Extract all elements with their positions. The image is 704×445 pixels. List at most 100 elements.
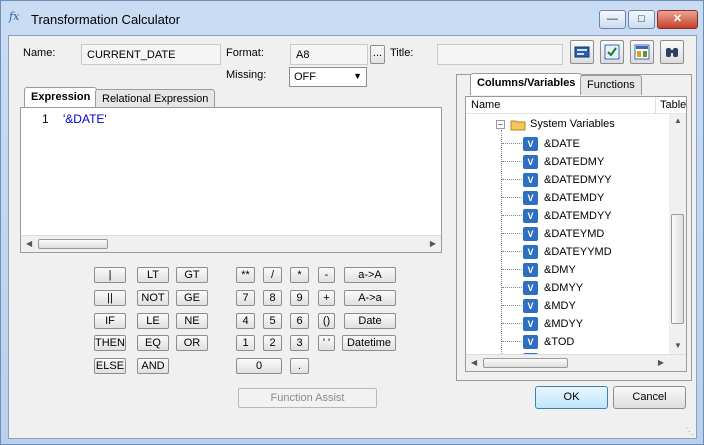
scroll-thumb[interactable] — [38, 239, 108, 249]
collapse-icon[interactable]: – — [496, 120, 505, 129]
cancel-button[interactable]: Cancel — [613, 386, 686, 409]
key-0[interactable]: 0 — [236, 358, 282, 374]
tree-hscroll-thumb[interactable] — [483, 358, 568, 368]
tree-item-label: &DATE — [544, 138, 580, 150]
tree-scroll-thumb[interactable] — [671, 214, 684, 324]
tree-horizontal-scrollbar[interactable]: ◀ ▶ — [466, 354, 686, 371]
format-field[interactable]: A8 — [290, 44, 368, 65]
key-and[interactable]: AND — [137, 358, 169, 374]
key-quotes[interactable]: ' ' — [318, 335, 335, 351]
close-button[interactable]: ✕ — [657, 10, 698, 29]
key-eq[interactable]: EQ — [137, 335, 169, 351]
key-power[interactable]: ** — [236, 267, 255, 283]
key-8[interactable]: 8 — [263, 290, 282, 306]
columns-button[interactable] — [630, 40, 654, 64]
variable-icon: V — [523, 227, 538, 241]
key-bar[interactable]: | — [94, 267, 126, 283]
format-label: Format: — [226, 47, 264, 59]
key-decimal[interactable]: . — [290, 358, 309, 374]
key-divide[interactable]: / — [263, 267, 282, 283]
transformation-calculator-window: fx Transformation Calculator — □ ✕ Name:… — [0, 0, 704, 445]
tree-item-label: &TOD — [544, 336, 575, 348]
key-or[interactable]: OR — [176, 335, 208, 351]
tree-folder-system-variables[interactable]: System Variables — [530, 118, 615, 130]
tree-item-label: &MDYY — [544, 318, 584, 330]
maximize-button[interactable]: □ — [628, 10, 655, 29]
minimize-button[interactable]: — — [599, 10, 626, 29]
variable-icon: V — [523, 299, 538, 313]
columns-icon — [634, 44, 650, 60]
scroll-left-icon[interactable]: ◀ — [471, 358, 477, 367]
format-browse-button[interactable]: ... — [370, 45, 385, 64]
missing-select[interactable]: OFF ▼ — [289, 67, 367, 87]
tab-relational-expression[interactable]: Relational Expression — [95, 89, 216, 109]
key-else[interactable]: ELSE — [94, 358, 126, 374]
tab-expression[interactable]: Expression — [24, 87, 98, 109]
function-assist-button[interactable]: Function Assist — [238, 388, 377, 408]
key-gt[interactable]: GT — [176, 267, 208, 283]
name-field[interactable]: CURRENT_DATE — [81, 44, 221, 65]
ok-button[interactable]: OK — [535, 386, 608, 409]
minimize-icon: — — [607, 13, 618, 25]
key-upper-to-lower[interactable]: A->a — [344, 290, 396, 306]
key-then[interactable]: THEN — [94, 335, 126, 351]
key-lt[interactable]: LT — [137, 267, 169, 283]
variable-icon: V — [523, 245, 538, 259]
folder-icon — [510, 119, 526, 131]
key-7[interactable]: 7 — [236, 290, 255, 306]
key-concat[interactable]: || — [94, 290, 126, 306]
key-le[interactable]: LE — [137, 313, 169, 329]
columns-variables-tree[interactable]: Name Table – System Variables V &DATE V &DA… — [465, 96, 687, 372]
key-date[interactable]: Date — [344, 313, 396, 329]
scroll-right-icon[interactable]: ▶ — [658, 358, 664, 367]
tab-functions[interactable]: Functions — [580, 75, 642, 95]
key-lower-to-upper[interactable]: a->A — [344, 267, 396, 283]
tree-connector — [502, 341, 522, 342]
variable-icon: V — [523, 281, 538, 295]
key-9[interactable]: 9 — [290, 290, 309, 306]
title-bar[interactable]: fx Transformation Calculator — □ ✕ — [1, 1, 703, 37]
key-5[interactable]: 5 — [263, 313, 282, 329]
key-4[interactable]: 4 — [236, 313, 255, 329]
variable-icon: V — [523, 155, 538, 169]
key-parentheses[interactable]: () — [318, 313, 335, 329]
key-if[interactable]: IF — [94, 313, 126, 329]
scroll-left-icon[interactable]: ◀ — [26, 239, 32, 248]
editor-horizontal-scrollbar[interactable]: ◀ ▶ — [21, 235, 441, 252]
tree-connector — [502, 179, 522, 180]
key-plus[interactable]: + — [318, 290, 335, 306]
key-minus[interactable]: - — [318, 267, 335, 283]
dialog-client-area: Name: CURRENT_DATE Format: A8 ... Title:… — [8, 35, 697, 439]
validate-button[interactable] — [600, 40, 624, 64]
key-3[interactable]: 3 — [290, 335, 309, 351]
tree-vertical-scrollbar[interactable]: ▲ ▼ — [669, 114, 686, 354]
sql-button[interactable] — [570, 40, 594, 64]
scroll-up-icon[interactable]: ▲ — [674, 116, 682, 125]
expression-code: '&DATE' — [63, 112, 107, 126]
resize-grip-icon[interactable]: ⋱ — [685, 426, 694, 437]
tree-item-label: &DATEMDYY — [544, 210, 612, 222]
variable-icon: V — [523, 173, 538, 187]
key-6[interactable]: 6 — [290, 313, 309, 329]
header-table[interactable]: Table — [660, 99, 686, 111]
key-2[interactable]: 2 — [263, 335, 282, 351]
window-title: Transformation Calculator — [31, 12, 181, 27]
key-ge[interactable]: GE — [176, 290, 208, 306]
variable-icon: V — [523, 191, 538, 205]
header-name[interactable]: Name — [471, 99, 500, 111]
tree-connector — [502, 215, 522, 216]
tab-columns-variables[interactable]: Columns/Variables — [470, 73, 583, 95]
key-ne[interactable]: NE — [176, 313, 208, 329]
title-field[interactable] — [437, 44, 563, 65]
scroll-down-icon[interactable]: ▼ — [674, 341, 682, 350]
maximize-icon: □ — [638, 13, 645, 25]
expression-editor[interactable]: 1 '&DATE' ◀ ▶ — [20, 107, 442, 253]
key-1[interactable]: 1 — [236, 335, 255, 351]
scroll-right-icon[interactable]: ▶ — [430, 239, 436, 248]
missing-select-value: OFF — [294, 71, 316, 83]
key-multiply[interactable]: * — [290, 267, 309, 283]
tree-connector — [502, 143, 522, 144]
key-datetime[interactable]: Datetime — [342, 335, 396, 351]
key-not[interactable]: NOT — [137, 290, 169, 306]
find-button[interactable] — [660, 40, 684, 64]
